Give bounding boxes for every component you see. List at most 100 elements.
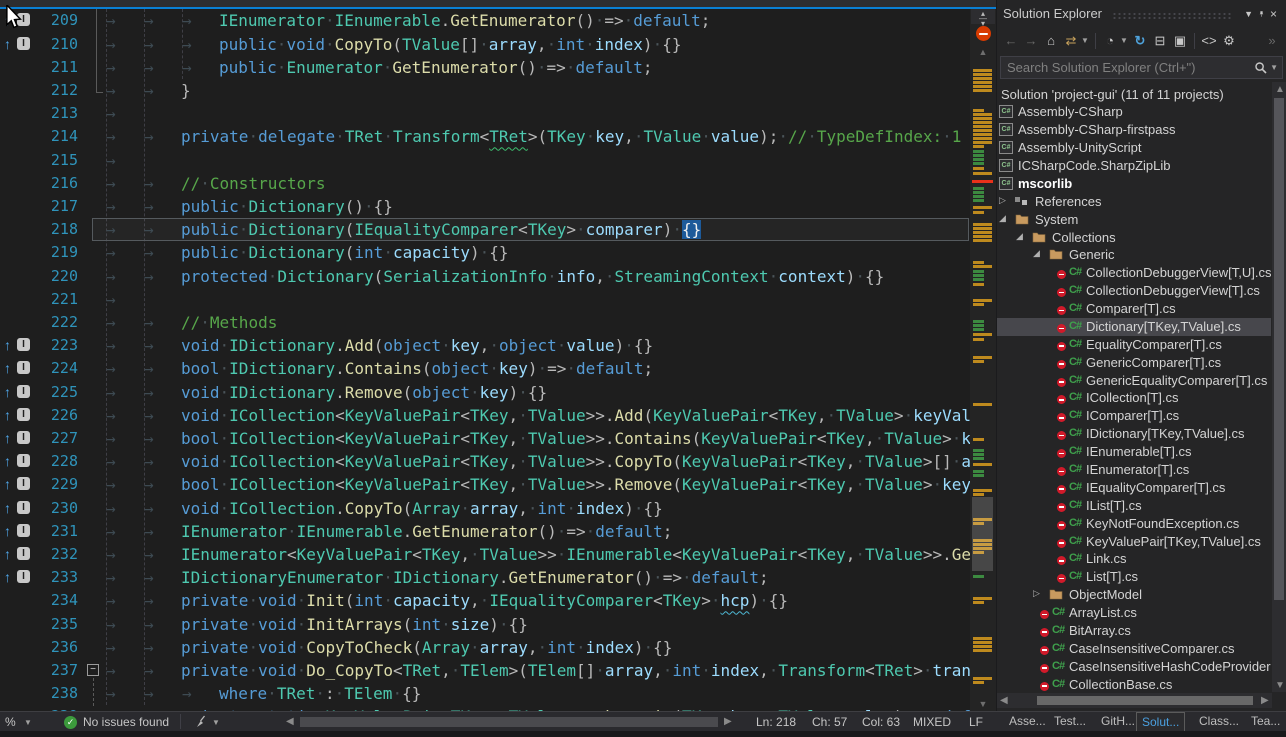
- line-number[interactable]: 234: [34, 589, 78, 612]
- code-line[interactable]: ↑I233→→IDictionaryEnumerator·IDictionary…: [0, 566, 970, 589]
- line-number[interactable]: 235: [34, 613, 78, 636]
- panel-tab-asse[interactable]: Asse...: [1004, 712, 1051, 732]
- editor-vertical-scrollbar[interactable]: ▴—▾ ▲ ▼: [970, 9, 996, 711]
- panel-tab-tea[interactable]: Tea...: [1246, 712, 1285, 732]
- line-number[interactable]: 218: [34, 218, 78, 241]
- tree-item-folder[interactable]: ◢Generic: [997, 246, 1271, 264]
- tree-item-project[interactable]: C#Assembly-CSharp: [997, 103, 1271, 121]
- line-number[interactable]: 222: [34, 311, 78, 334]
- collapse-all-icon[interactable]: ⊟: [1150, 33, 1170, 49]
- tree-item-file[interactable]: C#CollectionDebuggerView[T,U].cs: [997, 264, 1271, 282]
- tree-item-file[interactable]: C#GenericComparer[T].cs: [997, 354, 1271, 372]
- code-line[interactable]: ↑I209→→→IEnumerator·IEnumerable.GetEnume…: [0, 9, 970, 32]
- pending-changes-filter-icon[interactable]: ◔: [1100, 33, 1120, 48]
- code-line[interactable]: 217→→public·Dictionary()·{}: [0, 195, 970, 218]
- code-line[interactable]: 220→→protected·Dictionary(SerializationI…: [0, 265, 970, 288]
- tree-item-file[interactable]: C#Comparer[T].cs: [997, 300, 1271, 318]
- line-number[interactable]: 210: [34, 33, 78, 56]
- line-number[interactable]: 236: [34, 636, 78, 659]
- implements-interface-icon[interactable]: ↑I: [4, 384, 34, 400]
- tree-item-folder[interactable]: ◢Collections: [997, 229, 1271, 247]
- tree-item-folder[interactable]: ◢System: [997, 211, 1271, 229]
- scrollbar-thumb[interactable]: [972, 497, 993, 571]
- tree-item-file[interactable]: C#IEnumerable[T].cs: [997, 443, 1271, 461]
- navigate-back-icon[interactable]: ←: [1001, 33, 1021, 48]
- code-line[interactable]: 213→: [0, 102, 970, 125]
- code-line[interactable]: ↑I231→→IEnumerator·IEnumerable.GetEnumer…: [0, 520, 970, 543]
- code-line[interactable]: ↑I232→→IEnumerator<KeyValuePair<TKey,·TV…: [0, 543, 970, 566]
- line-number[interactable]: 232: [34, 543, 78, 566]
- panel-tab-solut[interactable]: Solut...: [1136, 712, 1185, 732]
- tree-item-references[interactable]: ▷References: [997, 193, 1271, 211]
- tree-item-file[interactable]: C#CaseInsensitiveComparer.cs: [997, 640, 1271, 658]
- zoom-dropdown-caret[interactable]: ▼: [24, 718, 32, 727]
- char-indicator[interactable]: Ch: 57: [812, 715, 847, 729]
- tree-item-file[interactable]: C#ArrayList.cs: [997, 604, 1271, 622]
- collapse-arrow-icon[interactable]: ◢: [1016, 231, 1023, 242]
- line-number[interactable]: 229: [34, 473, 78, 496]
- line-number[interactable]: 215: [34, 149, 78, 172]
- line-number[interactable]: 233: [34, 566, 78, 589]
- line-number[interactable]: 223: [34, 334, 78, 357]
- implements-interface-icon[interactable]: ↑I: [4, 476, 34, 492]
- tree-item-file[interactable]: C#IComparer[T].cs: [997, 407, 1271, 425]
- tree-item-file[interactable]: C#CaseInsensitiveHashCodeProvider.cs: [997, 658, 1271, 676]
- tree-vscroll-thumb[interactable]: [1274, 98, 1284, 600]
- line-number[interactable]: 231: [34, 520, 78, 543]
- implements-interface-icon[interactable]: ↑I: [4, 523, 34, 539]
- line-number[interactable]: 209: [34, 9, 78, 32]
- line-indicator[interactable]: Ln: 218: [756, 715, 796, 729]
- tree-item-file[interactable]: C#CollectionDebuggerView[T].cs: [997, 282, 1271, 300]
- line-ending-indicator[interactable]: LF: [969, 715, 983, 729]
- line-number[interactable]: 214: [34, 125, 78, 148]
- tree-item-file[interactable]: C#EqualityComparer[T].cs: [997, 336, 1271, 354]
- collapse-arrow-icon[interactable]: ◢: [999, 213, 1006, 224]
- implements-interface-icon[interactable]: ↑I: [4, 407, 34, 423]
- implements-interface-icon[interactable]: ↑I: [4, 453, 34, 469]
- indent-mode-indicator[interactable]: MIXED: [913, 715, 951, 729]
- implements-interface-icon[interactable]: ↑I: [4, 430, 34, 446]
- line-number[interactable]: 217: [34, 195, 78, 218]
- window-position-icon[interactable]: ▼: [1241, 9, 1256, 19]
- tree-item-file[interactable]: C#ICollection[T].cs: [997, 389, 1271, 407]
- tree-item-project[interactable]: C#Assembly-CSharp-firstpass: [997, 121, 1271, 139]
- implements-interface-icon[interactable]: ↑I: [4, 569, 34, 585]
- document-health-error-icon[interactable]: [976, 26, 991, 41]
- line-number[interactable]: 230: [34, 497, 78, 520]
- code-line[interactable]: 234→→private·void·Init(int·capacity,·IEq…: [0, 589, 970, 612]
- line-number[interactable]: 226: [34, 404, 78, 427]
- navigate-forward-icon[interactable]: →: [1021, 33, 1041, 48]
- tree-item-file[interactable]: C#GenericEqualityComparer[T].cs: [997, 372, 1271, 390]
- zoom-control[interactable]: %: [5, 715, 16, 729]
- code-line[interactable]: ↑I229→→bool·ICollection<KeyValuePair<TKe…: [0, 473, 970, 496]
- search-box[interactable]: Search Solution Explorer (Ctrl+") ▼: [1000, 56, 1283, 79]
- tree-scroll-down[interactable]: ▼: [1275, 680, 1285, 691]
- tree-item-project[interactable]: C#ICSharpCode.SharpZipLib: [997, 157, 1271, 175]
- expand-arrow-icon[interactable]: ▷: [999, 195, 1006, 206]
- tree-item-file[interactable]: C#IList[T].cs: [997, 497, 1271, 515]
- code-line[interactable]: 236→→private·void·CopyToCheck(Array·arra…: [0, 636, 970, 659]
- implements-interface-icon[interactable]: ↑I: [4, 546, 34, 562]
- implements-interface-icon[interactable]: ↑I: [4, 337, 34, 353]
- search-options-caret[interactable]: ▼: [1270, 63, 1282, 72]
- home-icon[interactable]: ⌂: [1041, 33, 1061, 48]
- hscroll-right-arrow[interactable]: ▶: [724, 716, 732, 727]
- panel-tab-test[interactable]: Test...: [1049, 712, 1091, 732]
- sync-with-active-document-icon[interactable]: ⇄: [1061, 33, 1081, 49]
- code-line[interactable]: 237→→private·void·Do_CopyTo<TRet,·TElem>…: [0, 659, 970, 682]
- code-line[interactable]: ↑I224→→bool·IDictionary.Contains(object·…: [0, 357, 970, 380]
- view-code-icon[interactable]: <>: [1199, 33, 1219, 48]
- tree-item-file[interactable]: C#BitArray.cs: [997, 622, 1271, 640]
- split-editor-handle[interactable]: ▴—▾: [971, 9, 995, 24]
- implements-interface-icon[interactable]: ↑I: [4, 500, 34, 516]
- line-number[interactable]: 224: [34, 357, 78, 380]
- implements-interface-icon[interactable]: ↑I: [4, 36, 34, 52]
- hscroll-left-arrow[interactable]: ◀: [286, 716, 294, 727]
- code-line[interactable]: 214→→private·delegate·TRet·Transform<TRe…: [0, 125, 970, 148]
- tree-horizontal-scrollbar[interactable]: ◀ ▶: [997, 693, 1272, 708]
- tree-hscroll-thumb[interactable]: [1037, 696, 1253, 705]
- fold-collapse-button[interactable]: −: [87, 664, 99, 676]
- code-line[interactable]: 216→→//·Constructors: [0, 172, 970, 195]
- code-editor[interactable]: ↑I209→→→IEnumerator·IEnumerable.GetEnume…: [0, 0, 996, 711]
- code-line[interactable]: 222→→//·Methods: [0, 311, 970, 334]
